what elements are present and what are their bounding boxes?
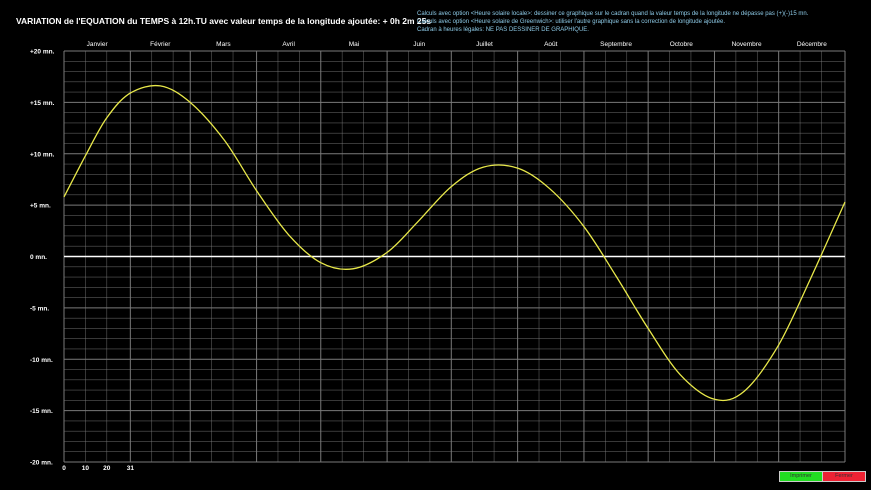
month-label: Décembre <box>797 41 827 48</box>
month-label: Août <box>544 41 558 48</box>
y-tick-label: 0 mn. <box>30 254 47 261</box>
equation-of-time-curve <box>63 84 846 402</box>
print-button[interactable]: Imprimer <box>779 471 823 482</box>
day-tick-label: 0 <box>62 465 66 472</box>
month-label: Octobre <box>670 41 694 48</box>
y-tick-label: +15 mn. <box>30 100 55 107</box>
month-label: Juin <box>413 41 425 48</box>
month-label: Novembre <box>732 41 762 48</box>
equation-of-time-chart: Janvier Février Mars Avril Mai Juin Juillet Aoû… <box>30 41 846 472</box>
day-tick-label: 31 <box>127 465 135 472</box>
y-tick-label: +20 mn. <box>30 49 55 56</box>
y-tick-label: -15 mn. <box>30 408 53 415</box>
month-label: Février <box>150 41 171 48</box>
month-label: Janvier <box>87 41 109 48</box>
close-button[interactable]: Fermer <box>822 471 866 482</box>
y-tick-label: -10 mn. <box>30 357 53 364</box>
y-tick-label: -5 mn. <box>30 305 49 312</box>
month-label: Juillet <box>476 41 493 48</box>
day-tick-label: 20 <box>103 465 111 472</box>
month-label: Mars <box>216 41 231 48</box>
y-tick-label: +5 mn. <box>30 203 51 210</box>
month-label: Mai <box>349 41 359 48</box>
y-tick-label: +10 mn. <box>30 151 55 158</box>
month-label: Avril <box>282 41 295 48</box>
month-label: Septembre <box>600 41 632 48</box>
y-tick-label: -20 mn. <box>30 460 53 467</box>
day-tick-label: 10 <box>82 465 90 472</box>
